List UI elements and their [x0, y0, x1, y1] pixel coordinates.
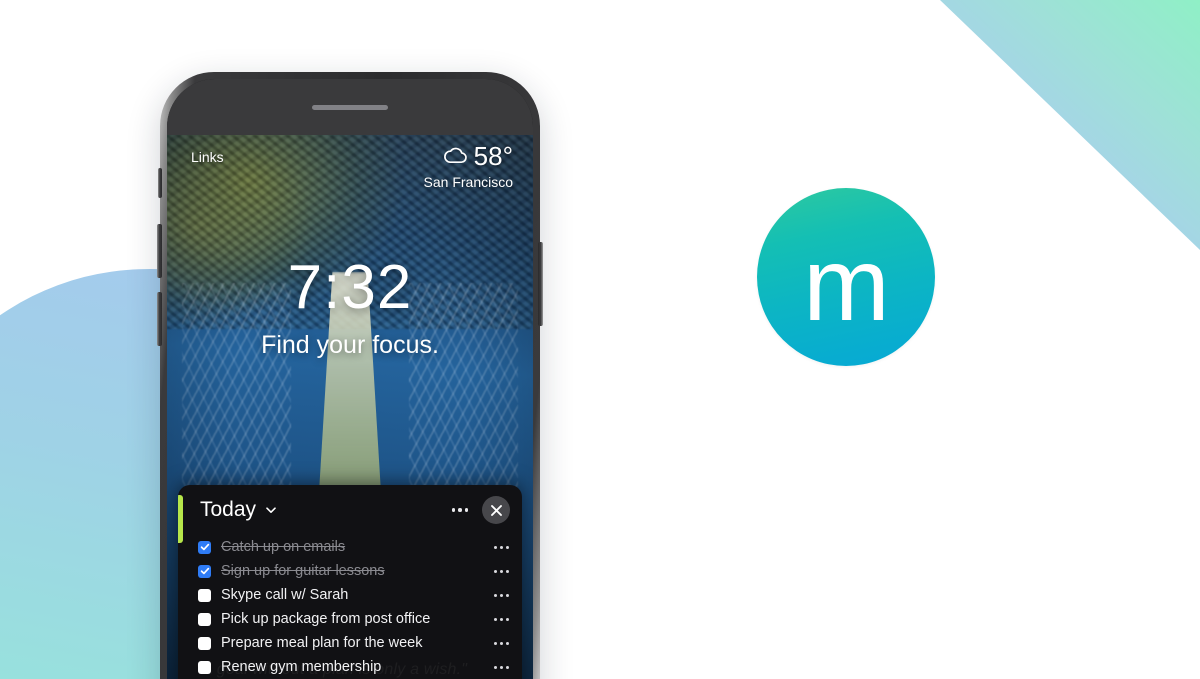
checkbox-checked-icon[interactable]	[198, 564, 211, 578]
cloud-icon	[443, 147, 469, 165]
page-root: m Links 58° San Francisco 7:32 Find your…	[0, 0, 1200, 679]
ellipsis-icon[interactable]	[444, 502, 477, 518]
ellipsis-icon[interactable]	[491, 662, 512, 673]
ellipsis-icon[interactable]	[491, 542, 512, 553]
silent-switch-button[interactable]	[158, 168, 162, 198]
ellipsis-icon[interactable]	[491, 614, 512, 625]
todo-item-label: Renew gym membership	[221, 659, 382, 675]
decorative-corner-top-right	[940, 0, 1200, 250]
weather-widget[interactable]: 58° San Francisco	[424, 143, 513, 190]
checkbox-checked-icon[interactable]	[198, 540, 211, 554]
todo-card: "A goal without a plan is only a wish." …	[178, 485, 522, 679]
todo-card-header: Today	[178, 485, 522, 535]
chevron-down-icon[interactable]	[256, 504, 277, 516]
phone-mockup: Links 58° San Francisco 7:32 Find your f…	[157, 72, 543, 679]
todo-item-label: Pick up package from post office	[221, 611, 431, 627]
phone-body: Links 58° San Francisco 7:32 Find your f…	[167, 79, 533, 679]
ellipsis-icon[interactable]	[491, 638, 512, 649]
todo-row[interactable]: Catch up on emails	[198, 535, 512, 559]
checkbox-unchecked-icon[interactable]	[198, 612, 211, 626]
ellipsis-icon[interactable]	[491, 590, 512, 601]
todo-row[interactable]: Prepare meal plan for the week	[198, 631, 512, 655]
weather-city: San Francisco	[423, 174, 513, 190]
power-button[interactable]	[538, 242, 543, 326]
phone-screen: Links 58° San Francisco 7:32 Find your f…	[167, 135, 533, 679]
logo-circle: m	[757, 188, 935, 366]
volume-up-button[interactable]	[157, 224, 162, 278]
clock-time: 7:32	[287, 253, 413, 322]
clock-tagline: Find your focus.	[261, 331, 439, 359]
links-label[interactable]: Links	[191, 149, 224, 165]
weather-row: 58°	[424, 143, 513, 169]
todo-row[interactable]: Renew gym membership	[198, 655, 512, 679]
todo-item-label: Skype call w/ Sarah	[221, 587, 349, 603]
checkbox-unchecked-icon[interactable]	[198, 636, 211, 650]
todo-item-label: Catch up on emails	[221, 539, 346, 555]
earpiece-speaker	[312, 104, 388, 110]
todo-list: Catch up on emails Sign up for guitar les…	[178, 535, 522, 679]
todo-item-label: Sign up for guitar lessons	[221, 563, 385, 579]
volume-down-button[interactable]	[157, 292, 162, 346]
phone-top-bezel	[167, 79, 533, 135]
checkbox-unchecked-icon[interactable]	[198, 660, 211, 674]
todo-row[interactable]: Skype call w/ Sarah	[198, 583, 512, 607]
logo-letter: m	[803, 227, 890, 343]
close-button[interactable]	[482, 496, 510, 524]
checkbox-unchecked-icon[interactable]	[198, 588, 211, 602]
todo-card-title[interactable]: Today	[200, 498, 256, 522]
ellipsis-icon[interactable]	[491, 566, 512, 577]
lockscreen-clock-block: 7:32 Find your focus.	[167, 257, 533, 360]
brand-logo: m	[757, 188, 935, 366]
weather-temperature: 58°	[473, 141, 513, 171]
todo-row[interactable]: Sign up for guitar lessons	[198, 559, 512, 583]
todo-item-label: Prepare meal plan for the week	[221, 635, 423, 651]
todo-row[interactable]: Pick up package from post office	[198, 607, 512, 631]
